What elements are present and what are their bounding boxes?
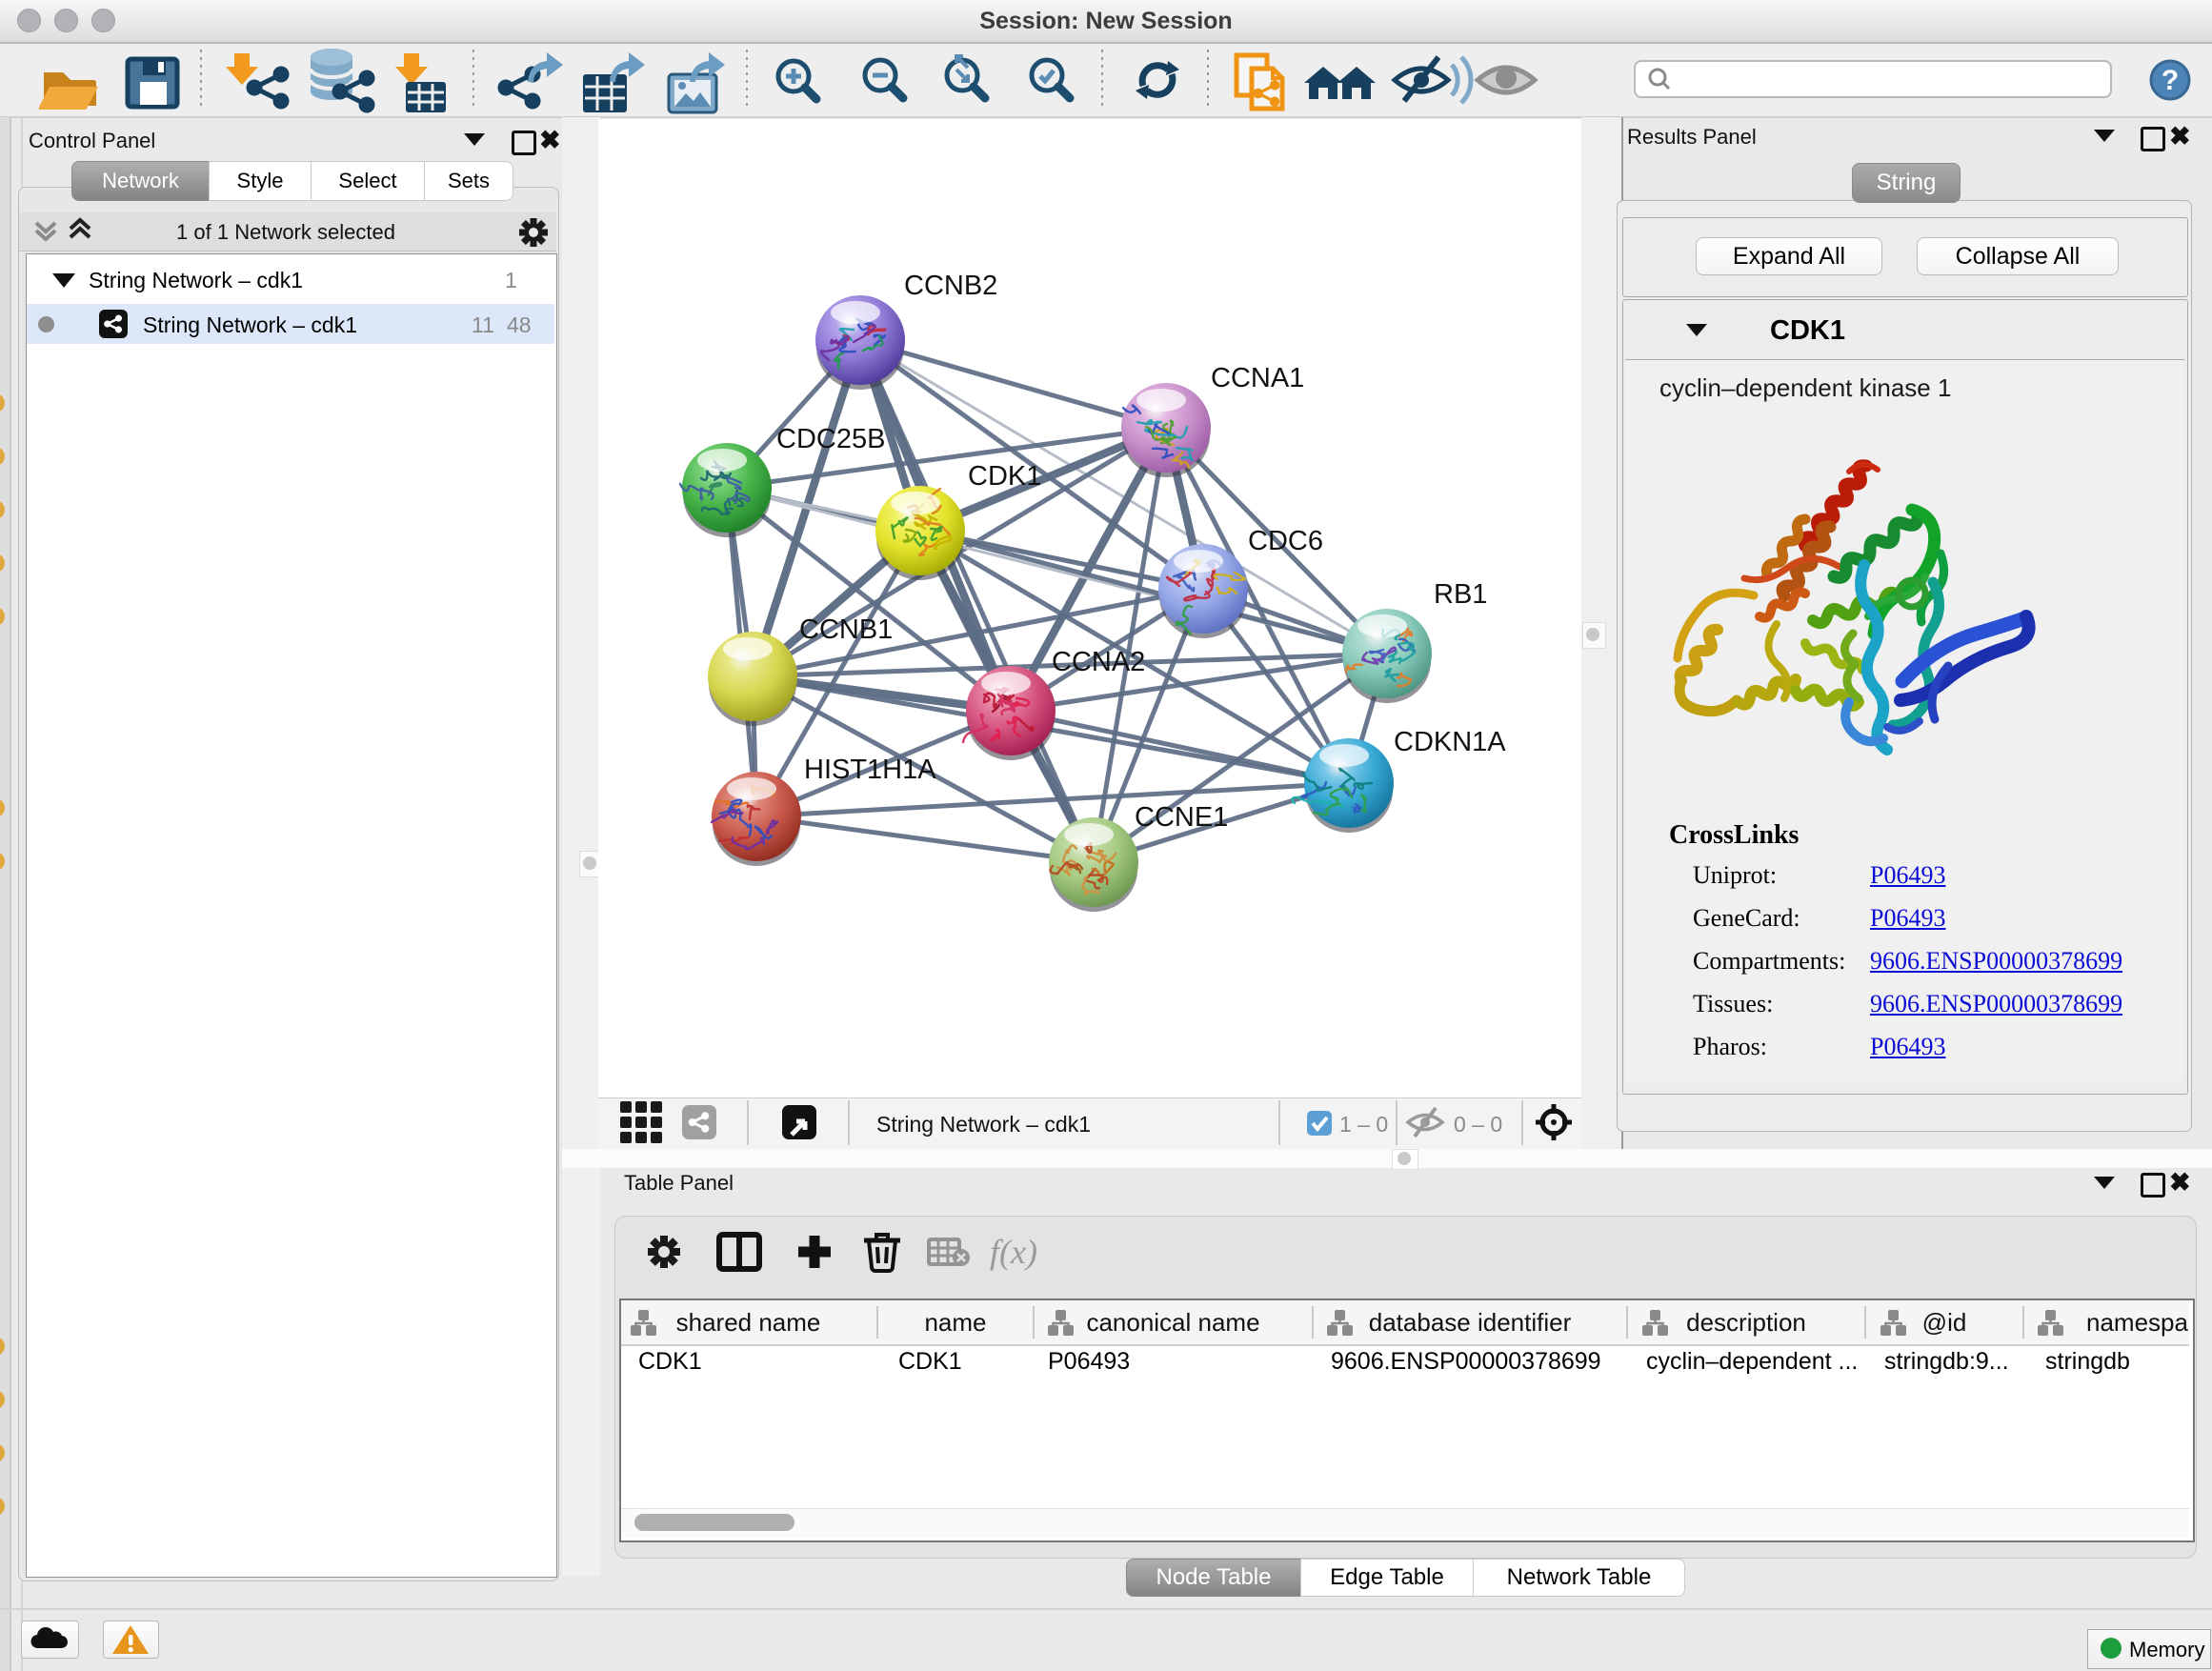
svg-text:CCNA1: CCNA1 — [1211, 363, 1304, 393]
svg-text:CDC25B: CDC25B — [776, 424, 885, 454]
svg-text:namespace: namespace — [2086, 1308, 2189, 1337]
svg-text:CDC6: CDC6 — [1248, 526, 1323, 556]
svg-text:CCNA2: CCNA2 — [1052, 647, 1145, 677]
svg-text:CCNB1: CCNB1 — [799, 614, 893, 645]
svg-text:0 – 0: 0 – 0 — [1454, 1112, 1502, 1137]
svg-text:canonical name: canonical name — [1086, 1308, 1259, 1337]
svg-text:@id: @id — [1922, 1308, 1967, 1337]
svg-text:database identifier: database identifier — [1369, 1308, 1572, 1337]
svg-text:RB1: RB1 — [1434, 579, 1487, 610]
svg-text:CCNE1: CCNE1 — [1135, 802, 1228, 833]
svg-text:name: name — [924, 1308, 986, 1337]
svg-text:CCNB2: CCNB2 — [904, 271, 997, 301]
svg-text:CDK1: CDK1 — [968, 461, 1041, 492]
svg-text:CDKN1A: CDKN1A — [1394, 727, 1506, 757]
svg-text:shared name: shared name — [676, 1308, 821, 1337]
svg-text:description: description — [1686, 1308, 1806, 1337]
svg-text:f(x): f(x) — [990, 1233, 1037, 1271]
svg-text:String Network – cdk1: String Network – cdk1 — [876, 1112, 1091, 1137]
svg-text:1 – 0: 1 – 0 — [1339, 1112, 1388, 1137]
svg-text:?: ? — [2162, 65, 2179, 96]
svg-text:HIST1H1A: HIST1H1A — [804, 755, 936, 785]
